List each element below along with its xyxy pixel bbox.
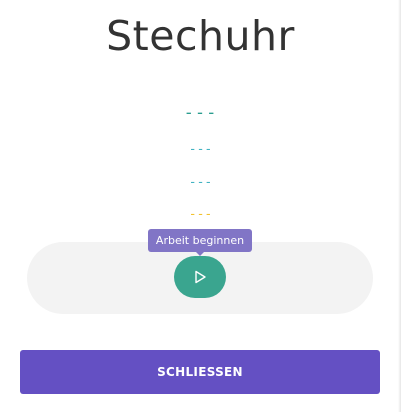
play-icon bbox=[192, 269, 208, 285]
timer-quaternary-value: --- bbox=[188, 207, 213, 222]
close-button[interactable]: SCHLIESSEN bbox=[20, 350, 380, 394]
dialog-title: Stechuhr bbox=[106, 12, 295, 60]
timer-secondary-value: --- bbox=[188, 142, 213, 157]
start-work-button[interactable] bbox=[174, 256, 226, 298]
timer-tertiary-value: --- bbox=[188, 175, 213, 190]
tooltip-arrow bbox=[196, 252, 204, 256]
timer-primary-value: --- bbox=[183, 103, 218, 123]
start-work-tooltip: Arbeit beginnen bbox=[148, 229, 252, 252]
time-clock-dialog: Stechuhr --- --- --- --- Arbeit beginnen… bbox=[0, 0, 398, 412]
